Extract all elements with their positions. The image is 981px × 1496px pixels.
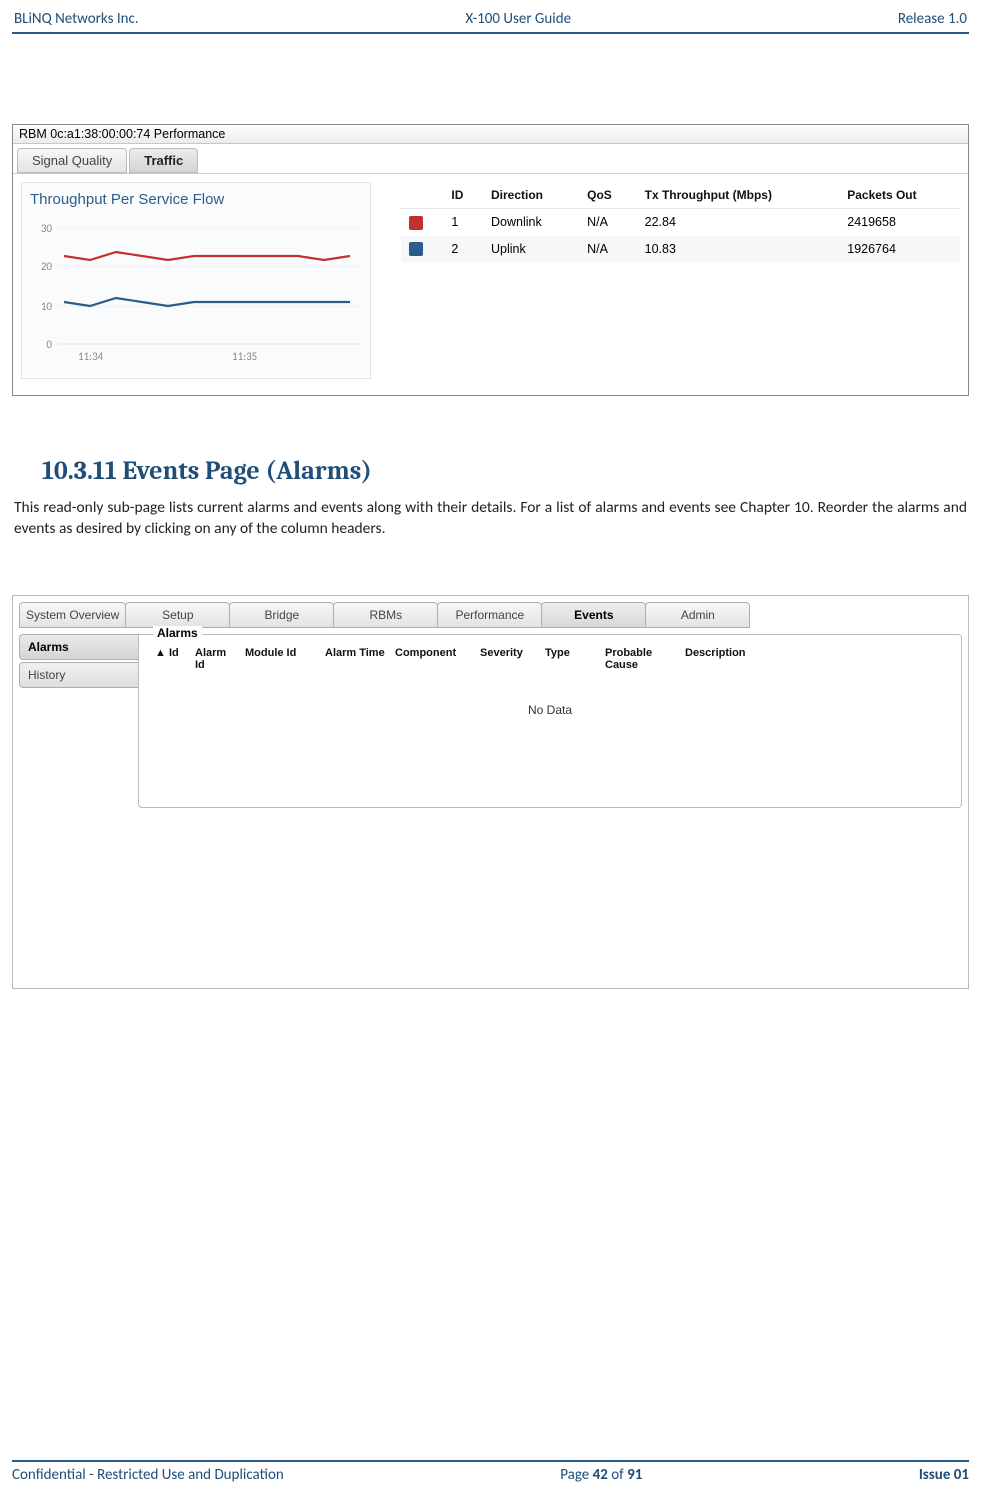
- header-right: Release 1.0: [898, 10, 967, 28]
- col-type[interactable]: Type: [541, 645, 601, 673]
- top-tabs: System Overview Setup Bridge RBMs Perfor…: [19, 602, 962, 628]
- events-page: System Overview Setup Bridge RBMs Perfor…: [12, 595, 969, 989]
- cell-direction: Downlink: [483, 209, 579, 236]
- ytick-30: 30: [41, 222, 53, 235]
- col-swatch[interactable]: [401, 182, 443, 209]
- throughput-table: ID Direction QoS Tx Throughput (Mbps) Pa…: [371, 182, 960, 379]
- header-left: BLiNQ Networks Inc.: [14, 10, 139, 28]
- col-probable-cause[interactable]: Probable Cause: [601, 645, 681, 673]
- cell-tx: 22.84: [637, 209, 840, 236]
- chart-svg: 30 20 10 0 11:34 11:35: [24, 212, 364, 372]
- performance-window: RBM 0c:a1:38:00:00:74 Performance Signal…: [12, 124, 969, 396]
- col-packets[interactable]: Packets Out: [839, 182, 960, 209]
- performance-tabs: Signal Quality Traffic: [13, 144, 968, 173]
- cell-id: 2: [443, 236, 483, 263]
- col-description[interactable]: Description: [681, 645, 949, 673]
- cell-qos: N/A: [579, 209, 637, 236]
- no-data-label: No Data: [151, 673, 949, 717]
- xtick-1: 11:35: [232, 350, 257, 363]
- cell-packets: 2419658: [839, 209, 960, 236]
- page-header: BLiNQ Networks Inc. X-100 User Guide Rel…: [12, 10, 969, 32]
- section-body: This read-only sub-page lists current al…: [14, 498, 967, 540]
- series-downlink: [64, 252, 350, 260]
- col-alarm-id[interactable]: Alarm Id: [191, 645, 241, 673]
- footer-rule: [12, 1460, 969, 1462]
- cell-id: 1: [443, 209, 483, 236]
- table-row: 2 Uplink N/A 10.83 1926764: [401, 236, 960, 263]
- footer-right: Issue 01: [919, 1466, 969, 1484]
- col-component[interactable]: Component: [391, 645, 476, 673]
- footer-left: Confidential - Restricted Use and Duplic…: [12, 1466, 284, 1484]
- tab-admin[interactable]: Admin: [645, 602, 750, 628]
- col-tx[interactable]: Tx Throughput (Mbps): [637, 182, 840, 209]
- footer-center: Page 42 of 91: [560, 1466, 642, 1484]
- ytick-10: 10: [41, 300, 53, 313]
- footer-page-total: 91: [627, 1466, 642, 1484]
- header-rule: [12, 32, 969, 34]
- alarms-columns: ▲ Id Alarm Id Module Id Alarm Time Compo…: [151, 645, 949, 673]
- series-uplink: [64, 298, 350, 306]
- ytick-20: 20: [41, 260, 53, 273]
- xtick-0: 11:34: [78, 350, 104, 363]
- tab-events[interactable]: Events: [541, 602, 646, 628]
- col-id[interactable]: ▲ Id: [151, 645, 191, 673]
- tab-bridge[interactable]: Bridge: [229, 602, 334, 628]
- throughput-chart: Throughput Per Service Flow 30 20 10 0 1…: [21, 182, 371, 379]
- footer-issue: Issue 01: [919, 1466, 969, 1484]
- ytick-0: 0: [46, 338, 52, 351]
- window-title: RBM 0c:a1:38:00:00:74 Performance: [13, 125, 968, 144]
- tab-rbms[interactable]: RBMs: [333, 602, 438, 628]
- tab-traffic[interactable]: Traffic: [129, 148, 198, 173]
- swatch-icon: [409, 216, 423, 230]
- col-id[interactable]: ID: [443, 182, 483, 209]
- side-tab-history[interactable]: History: [19, 662, 139, 688]
- performance-body: Throughput Per Service Flow 30 20 10 0 1…: [13, 173, 968, 395]
- table-row: 1 Downlink N/A 22.84 2419658: [401, 209, 960, 236]
- tab-system-overview[interactable]: System Overview: [19, 602, 126, 628]
- cell-qos: N/A: [579, 236, 637, 263]
- footer-page-mid: of: [608, 1466, 627, 1484]
- col-alarm-time[interactable]: Alarm Time: [321, 645, 391, 673]
- cell-tx: 10.83: [637, 236, 840, 263]
- footer-page-num: 42: [593, 1466, 608, 1484]
- chart-title: Throughput Per Service Flow: [30, 191, 368, 208]
- tab-setup[interactable]: Setup: [125, 602, 230, 628]
- table-header-row: ID Direction QoS Tx Throughput (Mbps) Pa…: [401, 182, 960, 209]
- tab-signal-quality[interactable]: Signal Quality: [17, 148, 127, 173]
- fieldset-label: Alarms: [153, 626, 202, 640]
- cell-packets: 1926764: [839, 236, 960, 263]
- section-heading: 10.3.11 Events Page (Alarms): [42, 456, 969, 486]
- col-module-id[interactable]: Module Id: [241, 645, 321, 673]
- footer-page-prefix: Page: [560, 1466, 592, 1484]
- swatch-icon: [409, 242, 423, 256]
- tab-performance[interactable]: Performance: [437, 602, 542, 628]
- page-footer: Confidential - Restricted Use and Duplic…: [12, 1460, 969, 1484]
- alarms-panel: Alarms ▲ Id Alarm Id Module Id Alarm Tim…: [138, 634, 962, 808]
- side-tab-alarms[interactable]: Alarms: [19, 634, 139, 660]
- cell-direction: Uplink: [483, 236, 579, 263]
- header-center: X-100 User Guide: [465, 10, 571, 28]
- side-tabs: Alarms History: [19, 634, 139, 808]
- col-direction[interactable]: Direction: [483, 182, 579, 209]
- col-severity[interactable]: Severity: [476, 645, 541, 673]
- col-qos[interactable]: QoS: [579, 182, 637, 209]
